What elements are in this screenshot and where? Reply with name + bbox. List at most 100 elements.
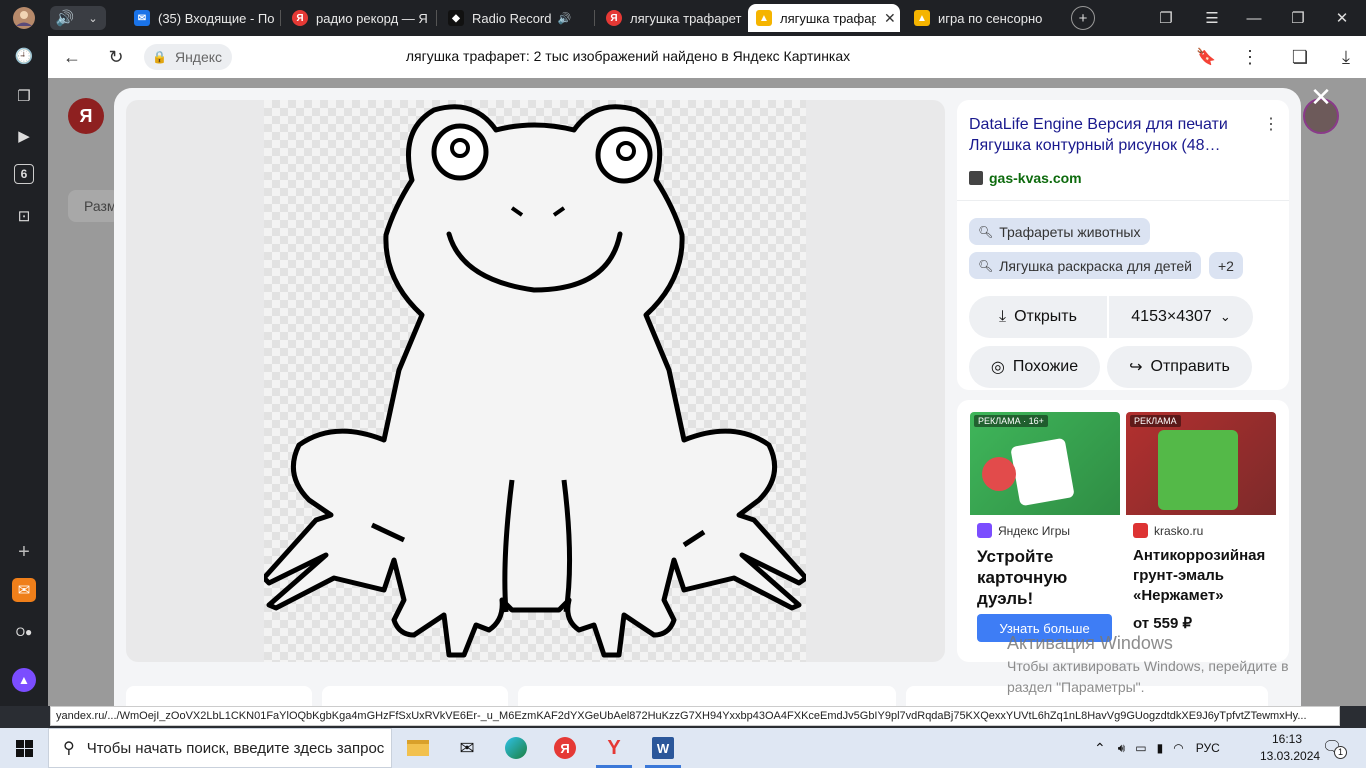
- video-button[interactable]: ▶: [12, 124, 36, 148]
- plus-icon: +: [1078, 9, 1088, 27]
- ad-panel: РЕКЛАМА · 16+ Яндекс Игры Устройте карто…: [957, 400, 1289, 662]
- alice-button[interactable]: ▲: [12, 668, 36, 692]
- back-button[interactable]: ←: [60, 45, 84, 69]
- bookmark-button[interactable]: 🔖: [1194, 45, 1218, 69]
- start-button[interactable]: [0, 728, 48, 768]
- clock-icon: 🕘: [14, 48, 34, 65]
- close-tab-icon[interactable]: ✕: [884, 10, 896, 27]
- notifications-button[interactable]: 🗨 1: [1322, 737, 1347, 759]
- edge-app[interactable]: [492, 732, 540, 764]
- mail-app-button[interactable]: ✉: [12, 578, 36, 602]
- yandex-icon: Я: [554, 737, 576, 759]
- source-title-link[interactable]: DataLife Engine Версия для печати Лягушк…: [969, 114, 1265, 156]
- search-icon: 🔍︎: [978, 258, 994, 273]
- page-title[interactable]: лягушка трафарет: 2 тыс изображений найд…: [248, 48, 1008, 64]
- chevron-down-icon: ⌄: [88, 12, 98, 25]
- tab-mail[interactable]: ✉ (35) Входящие - По: [126, 4, 276, 32]
- image-preview[interactable]: [126, 100, 945, 662]
- chip-shape: [982, 457, 1016, 491]
- size-select[interactable]: 4153×4307 ⌄: [1109, 296, 1253, 338]
- collections-sidebar-button[interactable]: ❐: [12, 84, 36, 108]
- more-tags-chip[interactable]: +2: [1209, 252, 1243, 279]
- chevron-up-icon[interactable]: ⌃: [1094, 740, 1106, 757]
- share-button[interactable]: ↪ Отправить: [1107, 346, 1252, 388]
- tag-chip[interactable]: 🔍︎ Лягушка раскраска для детей: [969, 252, 1201, 279]
- site-chip[interactable]: 🔒 Яндекс: [144, 44, 233, 70]
- more-button[interactable]: ⋮: [1238, 45, 1262, 69]
- windows-activation-watermark: Активация Windows Чтобы активировать Win…: [1007, 633, 1317, 698]
- yandex-browser-app[interactable]: Y: [590, 732, 638, 768]
- bookmark-stack-icon: ❐: [1159, 10, 1173, 27]
- frog-outline-image: [264, 104, 806, 658]
- tag-chip[interactable]: 🔍︎ Трафареты животных: [969, 218, 1150, 245]
- mail-app[interactable]: ✉: [443, 732, 491, 764]
- browser-menu-button[interactable]: ☰: [1200, 6, 1224, 30]
- language-indicator[interactable]: РУС: [1196, 741, 1220, 755]
- downloads-button[interactable]: ⤓: [1334, 45, 1358, 69]
- download-icon: ⤓: [999, 308, 1007, 325]
- history-button[interactable]: 🕘: [12, 44, 36, 68]
- divider: [957, 200, 1289, 201]
- size-filter[interactable]: Разм: [68, 190, 120, 222]
- system-tray: ⌃ 🔊︎ ▭ ▮ ◠ РУС: [1094, 728, 1220, 768]
- tab-radio-search[interactable]: Я радио рекорд — Я: [284, 4, 432, 32]
- file-explorer-app[interactable]: [394, 732, 442, 764]
- messenger-button[interactable]: O●: [12, 620, 36, 644]
- site-name: Яндекс: [174, 49, 223, 65]
- restore-button[interactable]: ❐: [1286, 6, 1310, 30]
- speaker-icon: 🔊: [55, 10, 75, 27]
- screenshot-button[interactable]: ⊡: [12, 204, 36, 228]
- volume-icon[interactable]: 🔊︎: [1118, 741, 1126, 756]
- sidebar-badge-button[interactable]: 6: [14, 164, 34, 184]
- tab-sensory-game[interactable]: ▲ игра по сенсорно: [906, 4, 1056, 32]
- battery-icon[interactable]: ▮: [1157, 741, 1164, 755]
- display-icon[interactable]: ▭: [1135, 741, 1146, 755]
- ad-image: РЕКЛАМА · 16+: [970, 412, 1120, 515]
- search-icon: ⚲: [63, 740, 75, 757]
- source-domain-link[interactable]: gas-kvas.com: [969, 170, 1082, 186]
- yandex-app[interactable]: Я: [541, 732, 589, 764]
- extensions-button[interactable]: ❏: [1288, 45, 1312, 69]
- close-viewer-button[interactable]: ✕: [1308, 82, 1334, 112]
- thumbnail[interactable]: [322, 686, 508, 708]
- new-tab-button[interactable]: +: [1071, 6, 1095, 30]
- word-app[interactable]: W: [639, 732, 687, 768]
- minimize-button[interactable]: —: [1242, 6, 1266, 30]
- image-viewer-modal: DataLife Engine Версия для печати Лягушк…: [114, 88, 1301, 708]
- tab-frog-search[interactable]: Я лягушка трафарет: [598, 4, 744, 32]
- tab-frog-images[interactable]: ▲ лягушка трафар ✕: [748, 4, 900, 32]
- watermark-text: Чтобы активировать Windows, перейдите в …: [1007, 658, 1289, 695]
- profile-avatar[interactable]: [10, 4, 38, 32]
- clock[interactable]: 16:13 13.03.2024: [1260, 731, 1321, 765]
- similar-button[interactable]: ◎ Похожие: [969, 346, 1100, 388]
- ad-card[interactable]: РЕКЛАМА · 16+ Яндекс Игры Устройте карто…: [970, 412, 1120, 642]
- tab-radio-record[interactable]: ◆ Radio Record 🔊: [440, 4, 590, 32]
- tab-divider: [594, 10, 595, 26]
- tab-divider: [436, 10, 437, 26]
- thumbnail[interactable]: [126, 686, 312, 708]
- collections-button[interactable]: ❐: [1154, 6, 1178, 30]
- close-window-button[interactable]: ✕: [1330, 6, 1354, 30]
- browser-tab-strip: 🔊 ⌄ ✉ (35) Входящие - По Я радио рекорд …: [0, 0, 1366, 36]
- tab-label: лягушка трафар: [780, 10, 876, 26]
- tab-audio-button[interactable]: 🔊: [50, 6, 80, 30]
- ad-label: РЕКЛАМА · 16+: [974, 415, 1048, 427]
- add-sidebar-button[interactable]: +: [12, 540, 36, 564]
- more-options-icon[interactable]: ⋮: [1263, 114, 1279, 134]
- avatar-icon: [13, 7, 35, 29]
- images-icon: ▲: [756, 10, 772, 26]
- search-placeholder: Чтобы начать поиск, введите здесь запрос: [86, 739, 385, 757]
- wifi-icon[interactable]: ◠: [1173, 741, 1183, 755]
- ad-card[interactable]: РЕКЛАМА krasko.ru Антикоррозийная грунт-…: [1126, 412, 1276, 632]
- windows-taskbar: ⚲ Чтобы начать поиск, введите здесь запр…: [0, 728, 1366, 768]
- tabs-menu-button[interactable]: ⌄: [80, 6, 106, 30]
- open-button[interactable]: ⤓ Открыть: [969, 296, 1107, 338]
- image-info-panel: DataLife Engine Версия для печати Лягушк…: [957, 100, 1289, 390]
- taskbar-search[interactable]: ⚲ Чтобы начать поиск, введите здесь запр…: [48, 728, 392, 768]
- source-title-line: Лягушка контурный рисунок (48…: [969, 137, 1221, 154]
- reload-button[interactable]: ↻: [104, 45, 128, 69]
- ad-title: Антикоррозийная грунт-эмаль «Нержамет»: [1133, 547, 1266, 604]
- clock-date: 13.03.2024: [1260, 749, 1321, 763]
- hamburger-icon: ☰: [1205, 10, 1219, 27]
- thumbnail[interactable]: [518, 686, 896, 708]
